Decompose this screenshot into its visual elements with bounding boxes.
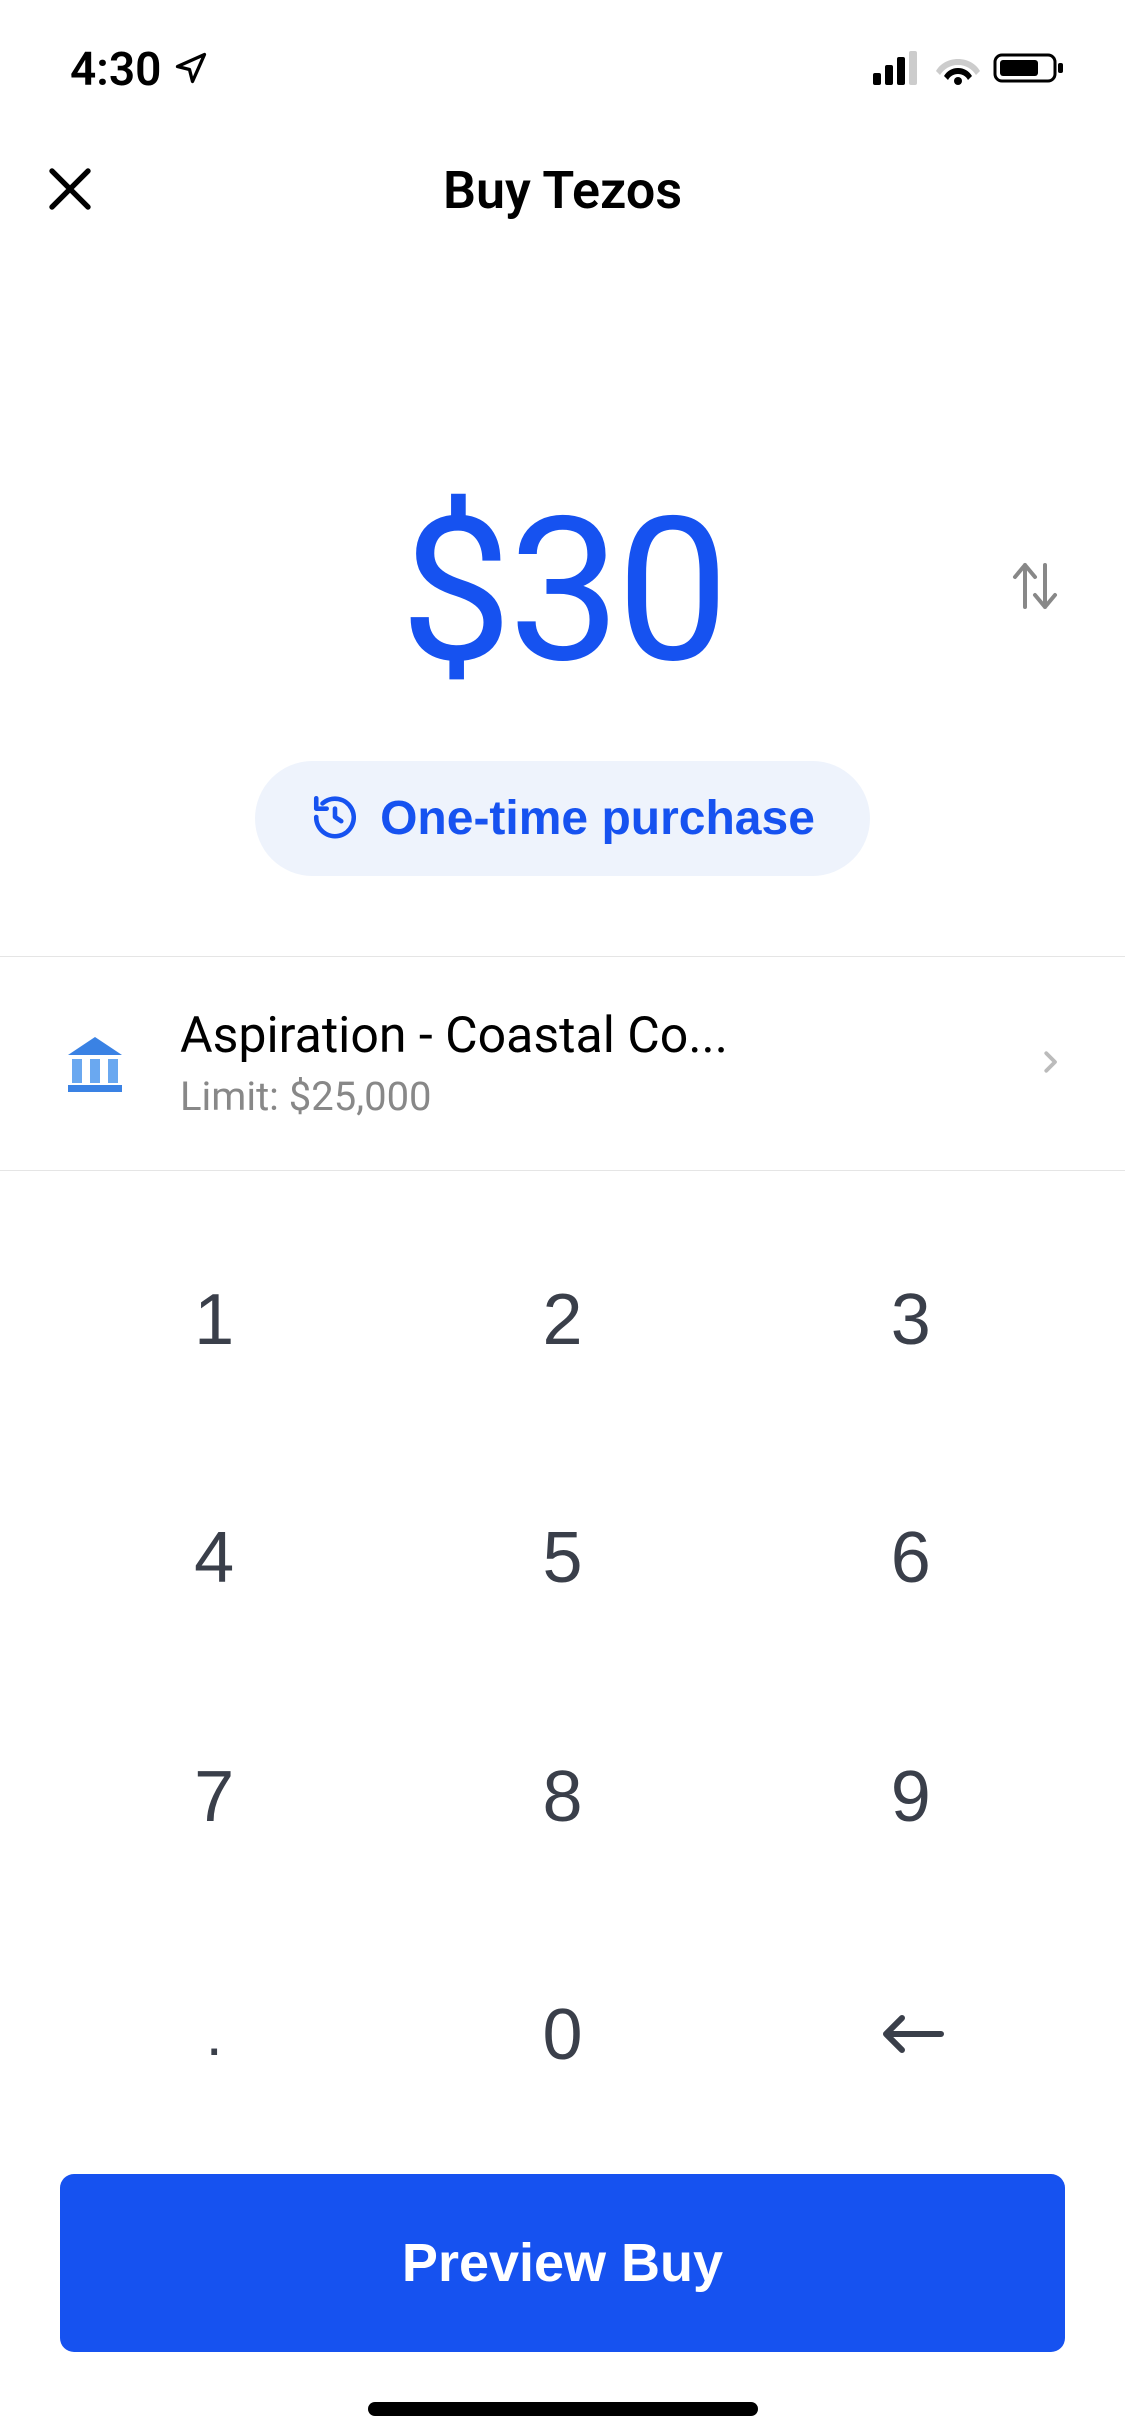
keypad-0[interactable]: 0 [388,1916,736,2154]
keypad-2[interactable]: 2 [388,1201,736,1439]
status-left: 4:30 [70,43,209,97]
location-icon [173,50,209,90]
keypad-4[interactable]: 4 [40,1439,388,1677]
close-icon [43,204,97,219]
purchase-type-label: One-time purchase [380,791,815,846]
swap-currency-button[interactable] [1005,551,1065,624]
close-button[interactable] [40,161,100,221]
cta-area: Preview Buy [0,2174,1125,2402]
payment-method-limit: Limit: $25,000 [180,1073,985,1120]
keypad: 1 2 3 4 5 6 7 8 9 . 0 [0,1171,1125,2174]
keypad-9[interactable]: 9 [737,1678,1085,1916]
page-title: Buy Tezos [443,160,682,221]
keypad-backspace[interactable] [737,1916,1085,2154]
keypad-8[interactable]: 8 [388,1678,736,1916]
home-indicator[interactable] [368,2402,758,2416]
header: Buy Tezos [0,120,1125,261]
keypad-5[interactable]: 5 [388,1439,736,1677]
purchase-type-button[interactable]: One-time purchase [255,761,870,876]
amount-section: $30 One-time purchase [0,261,1125,956]
wifi-icon [935,51,981,89]
battery-icon [993,51,1065,89]
keypad-3[interactable]: 3 [737,1201,1085,1439]
keypad-6[interactable]: 6 [737,1439,1085,1677]
preview-buy-button[interactable]: Preview Buy [60,2174,1065,2352]
keypad-decimal[interactable]: . [40,1916,388,2154]
keypad-1[interactable]: 1 [40,1201,388,1439]
status-bar: 4:30 [0,20,1125,120]
swap-arrows-icon [1005,609,1065,624]
recurring-icon [310,792,360,845]
amount-display: $30 [400,491,725,691]
home-indicator-area [0,2402,1125,2436]
payment-method-name: Aspiration - Coastal Co... [180,1007,985,1065]
status-time: 4:30 [70,43,161,97]
backspace-icon [876,1994,946,2076]
cellular-icon [873,51,923,89]
payment-info: Aspiration - Coastal Co... Limit: $25,00… [180,1007,985,1120]
chevron-right-icon [1035,1038,1065,1090]
payment-method-row[interactable]: Aspiration - Coastal Co... Limit: $25,00… [0,956,1125,1171]
keypad-7[interactable]: 7 [40,1678,388,1916]
status-right [873,51,1065,89]
bank-icon [60,1035,130,1093]
